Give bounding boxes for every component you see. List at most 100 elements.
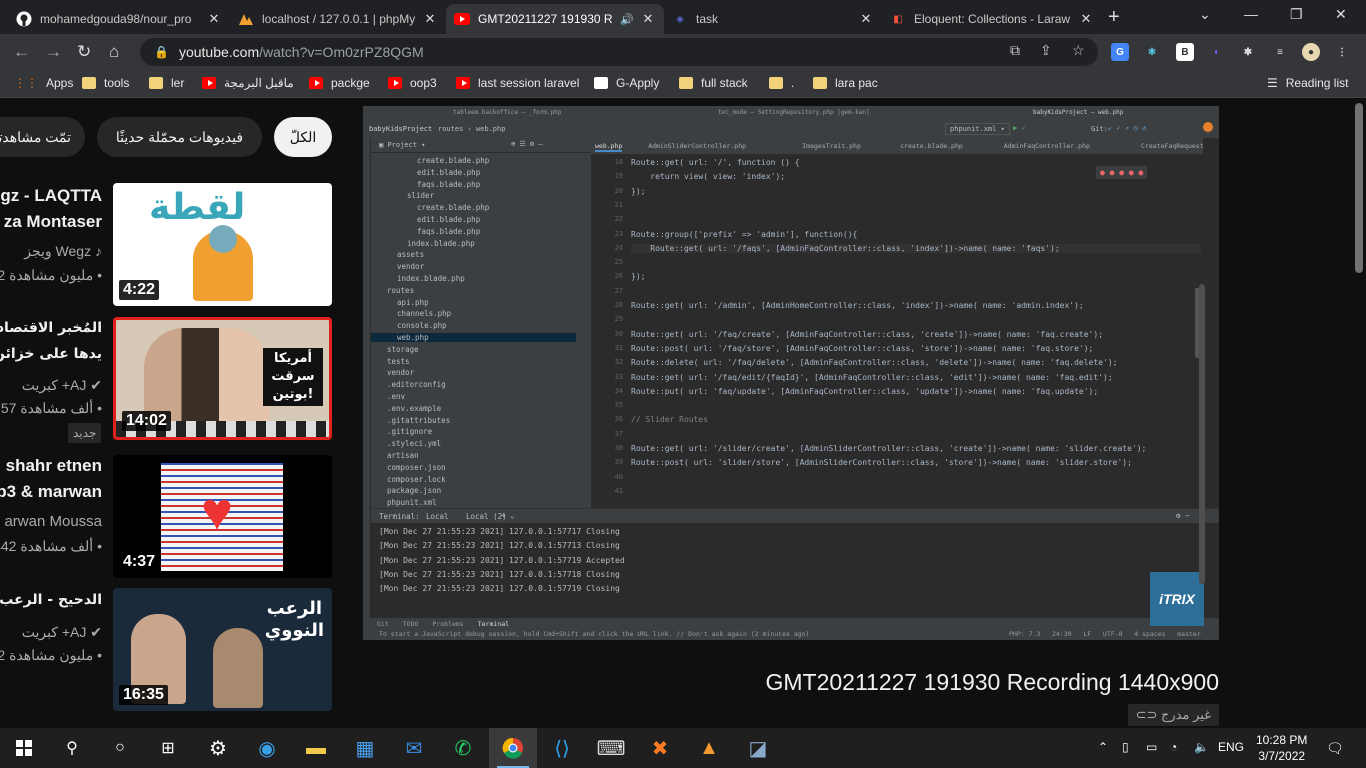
- media-control-icon[interactable]: ≡: [1271, 43, 1289, 61]
- tab-task[interactable]: ◈ task ✕: [664, 4, 882, 34]
- home-icon[interactable]: ⌂: [109, 42, 119, 62]
- run-config-select[interactable]: phpunit.xml ▾: [945, 123, 1010, 135]
- restore-button[interactable]: ❐: [1290, 6, 1303, 23]
- video-title-line2[interactable]: p3 & marwan: [0, 479, 102, 505]
- code-line[interactable]: Route::post( url: '/faq/store', [AdminFa…: [631, 344, 1093, 353]
- bookmark-oop3[interactable]: oop3: [388, 76, 437, 90]
- tree-item[interactable]: faqs.blade.php: [417, 227, 480, 236]
- terminal-tab-local[interactable]: Local: [426, 512, 449, 521]
- tree-item[interactable]: artisan: [387, 451, 419, 460]
- video-channel[interactable]: كبريت +AJ ✔: [22, 622, 102, 642]
- close-icon[interactable]: ✕: [206, 11, 222, 27]
- tool-tab-problems[interactable]: Problems: [432, 620, 463, 628]
- whatsapp-icon[interactable]: ✆: [439, 728, 487, 768]
- search-icon[interactable]: ⚲: [48, 728, 96, 768]
- windows-start-icon[interactable]: [0, 728, 48, 768]
- tree-item[interactable]: .env: [387, 392, 405, 401]
- video-title[interactable]: gz - LAQTTA: [0, 183, 102, 209]
- bookmark-last-session[interactable]: last session laravel: [456, 76, 579, 90]
- code-line[interactable]: Route::get( url: '/admin', [AdminHomeCon…: [631, 301, 1084, 310]
- video-channel[interactable]: كبريت +AJ ✔: [22, 375, 102, 395]
- tree-item[interactable]: vendor: [387, 368, 414, 377]
- close-window-button[interactable]: ✕: [1335, 6, 1347, 23]
- tree-item[interactable]: composer.json: [387, 463, 446, 472]
- ide-plugin-icon[interactable]: [1203, 122, 1213, 132]
- tree-item[interactable]: storage: [387, 345, 419, 354]
- git-actions-icon[interactable]: ↙ ✓ ↗ ◷ ↺: [1108, 124, 1146, 132]
- vscode-icon[interactable]: ⟨⟩: [538, 728, 586, 768]
- bookmark-ler[interactable]: ler: [149, 76, 184, 90]
- wifi-icon[interactable]: ◔: [1170, 740, 1177, 754]
- volume-icon[interactable]: 🔈: [1194, 740, 1209, 754]
- editor-tab[interactable]: AdminSliderController.php: [648, 142, 746, 150]
- forward-icon[interactable]: →: [45, 42, 62, 62]
- bookmark-star-icon[interactable]: ☆: [1072, 42, 1085, 59]
- minimize-button[interactable]: —: [1244, 6, 1258, 22]
- video-title-line2[interactable]: za Montaser: [4, 209, 102, 235]
- cortana-icon[interactable]: ○: [96, 728, 144, 768]
- scrollbar-thumb[interactable]: [1355, 103, 1363, 273]
- tray-chevron-icon[interactable]: ⌃: [1098, 740, 1108, 754]
- code-line[interactable]: Route::post( url: 'slider/store', [Admin…: [631, 458, 1132, 467]
- tool-tab-git[interactable]: Git: [377, 620, 389, 628]
- tree-item[interactable]: tests: [387, 357, 410, 366]
- bookmark-packge[interactable]: packge: [309, 76, 370, 90]
- tree-item[interactable]: .gitignore: [387, 427, 432, 436]
- tree-item[interactable]: phpunit.xml: [387, 498, 437, 507]
- code-line[interactable]: Route::delete( url: '/faq/delete', [Admi…: [631, 358, 1117, 367]
- language-indicator[interactable]: ENG: [1218, 740, 1244, 754]
- clock[interactable]: 10:28 PM 3/7/2022: [1256, 732, 1307, 764]
- notepad-app-icon[interactable]: ◪: [734, 728, 782, 768]
- back-icon[interactable]: ←: [13, 42, 30, 62]
- bookmark-tools[interactable]: tools: [82, 76, 129, 90]
- b-extension-icon[interactable]: B: [1176, 43, 1194, 61]
- chip-recently-uploaded[interactable]: فيديوهات محمّلة حديثًا: [97, 117, 262, 157]
- page-scrollbar[interactable]: [1352, 99, 1366, 727]
- chip-watched[interactable]: تمّت مشاهدتها: [0, 117, 85, 157]
- tab-search-icon[interactable]: ⌄: [1199, 6, 1211, 23]
- project-tools-icon[interactable]: ⊕ ☰ ⚙ —: [511, 140, 543, 148]
- video-channel[interactable]: ويجز Wegz ♪: [24, 241, 102, 261]
- task-view-icon[interactable]: ⊞: [144, 728, 192, 768]
- close-icon[interactable]: ✕: [1078, 11, 1094, 27]
- tree-item[interactable]: index.blade.php: [407, 239, 475, 248]
- tree-item[interactable]: .gitattributes: [387, 416, 450, 425]
- video-thumbnail[interactable]: الرعب النووي 16:35: [113, 588, 332, 711]
- code-line[interactable]: Route::get( url: '/faq/create', [AdminFa…: [631, 330, 1103, 339]
- edge-browser-icon[interactable]: ◉: [243, 728, 291, 768]
- tree-item[interactable]: .env.example: [387, 404, 441, 413]
- tree-item[interactable]: edit.blade.php: [417, 168, 480, 177]
- notifications-icon[interactable]: 🗨: [1326, 740, 1344, 757]
- react-devtools-icon[interactable]: ⚛: [1143, 43, 1161, 61]
- editor-tab[interactable]: ImagesTrait.php: [802, 142, 861, 150]
- editor-tab[interactable]: CreateFaqRequest.php: [1141, 142, 1203, 150]
- code-line[interactable]: });: [631, 272, 645, 281]
- tree-item[interactable]: console.php: [397, 321, 447, 330]
- tree-item[interactable]: index.blade.php: [397, 274, 465, 283]
- close-icon[interactable]: ✕: [640, 11, 656, 27]
- tool-tab-todo[interactable]: TODO: [403, 620, 419, 628]
- video-thumbnail[interactable]: أمريكا سرقت بوتين! 14:02: [113, 317, 332, 440]
- chip-all[interactable]: الكلّ: [274, 117, 332, 157]
- video-player[interactable]: tableem.backoffice – _form.php tec_mode …: [363, 106, 1219, 640]
- network-app-icon[interactable]: ▲: [685, 728, 733, 768]
- share-icon[interactable]: ⇪: [1040, 42, 1052, 59]
- editor-tab[interactable]: web.php: [595, 142, 623, 152]
- tree-item[interactable]: vendor: [397, 262, 424, 271]
- tree-item[interactable]: api.php: [397, 298, 429, 307]
- tree-item[interactable]: .styleci.yml: [387, 439, 441, 448]
- code-line[interactable]: Route::put( url: 'faq/update', [AdminFaq…: [631, 387, 1098, 396]
- extensions-puzzle-icon[interactable]: ✱: [1239, 43, 1257, 61]
- bookmark-dot[interactable]: .: [769, 76, 794, 90]
- tree-item[interactable]: package.json: [387, 486, 441, 495]
- terminal-settings-icon[interactable]: ⚙ —: [1176, 511, 1190, 520]
- file-explorer-icon[interactable]: ▬: [292, 728, 340, 768]
- code-line[interactable]: Route::get( url: '/faq/edit/{faqId}', [A…: [631, 373, 1113, 382]
- close-icon[interactable]: ✕: [422, 11, 438, 27]
- tree-item[interactable]: faqs.blade.php: [417, 180, 480, 189]
- reload-icon[interactable]: ↻: [77, 42, 91, 62]
- close-icon[interactable]: ✕: [858, 11, 874, 27]
- bookmark-full-stack[interactable]: full stack: [679, 76, 748, 90]
- reading-list[interactable]: ☰ Reading list: [1267, 76, 1348, 90]
- tree-item[interactable]: web.php: [371, 333, 576, 342]
